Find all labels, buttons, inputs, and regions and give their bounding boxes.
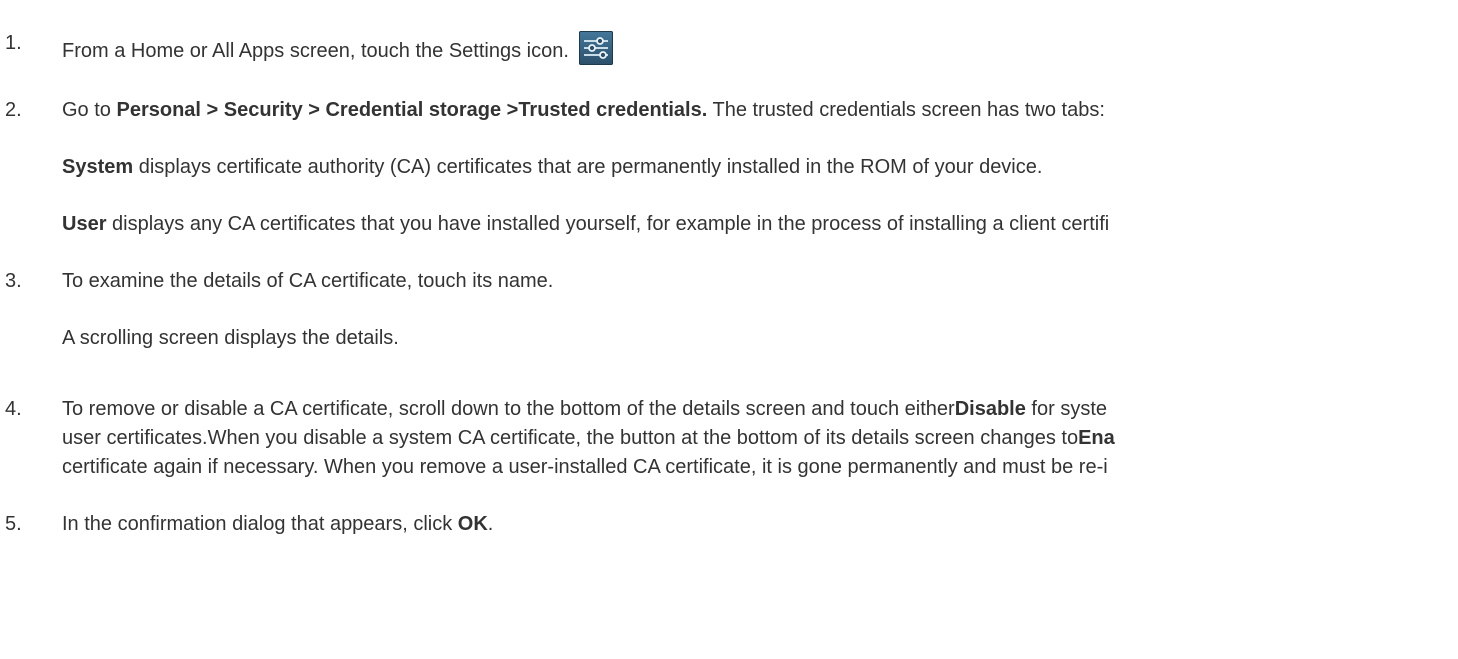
enable-label: Ena	[1078, 427, 1115, 449]
settings-icon	[578, 31, 613, 65]
step-text: To examine the details of CA certificate…	[62, 270, 554, 292]
step-number: 2.	[5, 99, 22, 121]
step-number: 4.	[5, 398, 22, 420]
step-text: certificate again if necessary. When you…	[62, 456, 1108, 478]
step-number: 3.	[5, 270, 22, 292]
tab-name-system: System	[62, 156, 134, 178]
tab-description: displays certificate authority (CA) cert…	[133, 156, 1043, 178]
step-text: The trusted credentials screen has two t…	[707, 99, 1105, 121]
tab-name-user: User	[62, 213, 107, 235]
step-text: Go to	[62, 99, 117, 121]
step-text: user certificates.When you disable a sys…	[62, 427, 1079, 449]
step-number: 5.	[5, 513, 22, 535]
step-subtext: A scrolling screen displays the details.	[62, 327, 399, 349]
step-number: 1.	[5, 32, 22, 54]
instructions-list: 1. From a Home or All Apps screen, touch…	[0, 0, 1458, 659]
tab-description: displays any CA certificates that you ha…	[106, 213, 1110, 235]
step-text: To remove or disable a CA certificate, s…	[62, 398, 955, 420]
step-text: for syste	[1025, 398, 1107, 420]
disable-label: Disable	[954, 398, 1026, 420]
step-text: From a Home or All Apps screen, touch th…	[62, 40, 569, 62]
step-text: In the confirmation dialog that appears,…	[62, 513, 458, 535]
step-text: .	[487, 513, 494, 535]
menu-path: Personal > Security > Credential storage…	[116, 99, 708, 121]
ok-label: OK	[457, 513, 488, 535]
